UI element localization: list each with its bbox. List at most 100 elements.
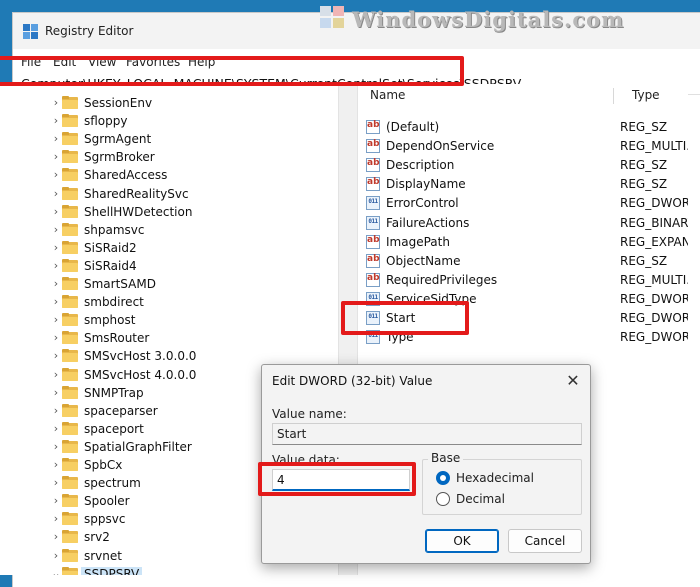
chevron-right-icon[interactable]: › [50, 404, 62, 417]
tree-item-label: SessionEnv [84, 96, 153, 110]
hexadecimal-radio[interactable] [436, 471, 450, 485]
value-row[interactable]: ObjectName REG_SZ [358, 252, 688, 271]
tree-item-label: spectrum [84, 476, 141, 491]
folder-icon [62, 403, 78, 417]
chevron-right-icon[interactable]: › [50, 314, 62, 326]
folder-icon [62, 494, 78, 508]
tree-item[interactable]: › shpamsvc [0, 221, 338, 239]
chevron-right-icon[interactable]: › [50, 549, 62, 562]
tree-item[interactable]: › SharedAccess [0, 166, 338, 184]
value-data-highlight-box [258, 462, 416, 496]
close-icon[interactable]: ✕ [562, 370, 584, 392]
chevron-right-icon[interactable]: › [50, 495, 62, 507]
hexadecimal-label[interactable]: Hexadecimal [456, 471, 534, 485]
string-value-icon [366, 234, 380, 249]
chevron-right-icon[interactable]: › [50, 531, 62, 543]
tree-item[interactable]: › ShellHWDetection [0, 203, 338, 221]
chevron-right-icon[interactable]: › [50, 386, 62, 399]
chevron-right-icon[interactable]: › [50, 187, 62, 200]
tree-item[interactable]: › SmartSAMD [0, 275, 338, 293]
folder-icon [62, 114, 78, 128]
tree-item[interactable]: › SiSRaid4 [0, 257, 338, 275]
ok-button[interactable]: OK [425, 529, 499, 553]
value-type: REG_SZ [620, 177, 668, 192]
value-name: RequiredPrivileges [386, 272, 498, 287]
chevron-right-icon[interactable]: › [50, 205, 62, 218]
tree-item[interactable]: › SgrmAgent [0, 130, 338, 148]
folder-icon [62, 313, 78, 327]
value-name: FailureActions [386, 215, 470, 230]
folder-icon [62, 476, 78, 490]
string-value-icon [366, 120, 380, 134]
dialog-title: Edit DWORD (32-bit) Value [272, 374, 433, 388]
cancel-button[interactable]: Cancel [508, 529, 582, 553]
binary-value-icon [366, 196, 380, 211]
base-groupbox [422, 459, 582, 515]
tree-item-label: SSDPSRV [81, 566, 143, 575]
chevron-right-icon[interactable]: › [50, 513, 62, 525]
folder-icon [62, 385, 78, 399]
chevron-right-icon[interactable]: › [50, 133, 62, 145]
chevron-right-icon[interactable]: › [50, 151, 62, 163]
folder-icon [62, 439, 78, 453]
value-row[interactable]: DependOnService REG_MULTI... [358, 137, 688, 156]
value-type: REG_MULTI... [620, 139, 688, 154]
tree-item-label: SgrmBroker [84, 150, 155, 165]
decimal-label[interactable]: Decimal [456, 492, 505, 506]
tree-item[interactable]: › SessionEnv [0, 94, 338, 112]
tree-item-label: SMSvcHost 3.0.0.0 [84, 349, 197, 364]
tree-item[interactable]: › sfloppy [0, 112, 338, 130]
tree-item-label: SMSvcHost 4.0.0.0 [84, 367, 197, 382]
folder-icon [62, 277, 78, 290]
folder-icon [62, 258, 78, 272]
chevron-right-icon[interactable]: › [50, 296, 62, 308]
tree-item[interactable]: › SiSRaid2 [0, 239, 338, 257]
tree-item-label: SharedAccess [84, 168, 168, 183]
chevron-right-icon[interactable]: › [50, 459, 62, 471]
tree-item[interactable]: › SgrmBroker [0, 148, 338, 166]
value-row[interactable]: (Default) REG_SZ [358, 118, 688, 137]
value-row[interactable]: Description REG_SZ [358, 156, 688, 175]
chevron-right-icon[interactable]: › [50, 241, 62, 254]
string-value-icon [366, 272, 380, 287]
chevron-right-icon[interactable]: › [50, 278, 62, 290]
tree-item[interactable]: › smphost [0, 311, 338, 329]
chevron-right-icon[interactable]: › [50, 350, 62, 362]
value-row[interactable]: FailureActions REG_BINARY [358, 214, 688, 233]
tree-item-label: SmartSAMD [84, 277, 156, 291]
tree-item-label: ShellHWDetection [84, 204, 193, 219]
tree-item[interactable]: › SharedRealitySvc [0, 185, 338, 203]
chevron-right-icon[interactable]: › [50, 115, 62, 127]
value-row[interactable]: RequiredPrivileges REG_MULTI... [358, 271, 688, 290]
column-separator[interactable] [613, 88, 614, 104]
folder-icon [62, 331, 78, 345]
tree-item[interactable]: ⌄ SSDPSRV [0, 565, 338, 575]
chevron-right-icon[interactable]: › [50, 332, 62, 344]
value-row[interactable]: ImagePath REG_EXPAN... [358, 233, 688, 252]
value-type: REG_BINARY [620, 215, 688, 230]
tree-item[interactable]: › SMSvcHost 3.0.0.0 [0, 347, 338, 365]
chevron-right-icon[interactable]: › [50, 422, 62, 435]
chevron-right-icon[interactable]: › [50, 477, 62, 489]
value-row[interactable]: DisplayName REG_SZ [358, 175, 688, 194]
chevron-right-icon[interactable]: › [50, 223, 62, 236]
chevron-right-icon[interactable]: › [50, 440, 62, 453]
value-name: DisplayName [386, 177, 466, 192]
chevron-right-icon[interactable]: › [50, 97, 62, 109]
tree-item-label: sfloppy [84, 114, 128, 129]
column-header-type[interactable]: Type [632, 84, 660, 106]
value-row[interactable]: ErrorControl REG_DWORD [358, 194, 688, 213]
tree-item-label: sppsvc [84, 512, 126, 527]
chevron-down-icon[interactable]: ⌄ [50, 567, 62, 575]
value-type: REG_DWORD [620, 196, 688, 211]
chevron-right-icon[interactable]: › [50, 259, 62, 272]
column-header-name[interactable]: Name [370, 84, 405, 106]
folder-icon [62, 566, 78, 575]
folder-icon [62, 168, 78, 182]
tree-item[interactable]: › smbdirect [0, 293, 338, 311]
chevron-right-icon[interactable]: › [50, 169, 62, 181]
tree-item[interactable]: › SmsRouter [0, 329, 338, 347]
decimal-radio[interactable] [436, 492, 450, 506]
chevron-right-icon[interactable]: › [50, 368, 62, 381]
tree-item-label: SpbCx [84, 458, 123, 472]
